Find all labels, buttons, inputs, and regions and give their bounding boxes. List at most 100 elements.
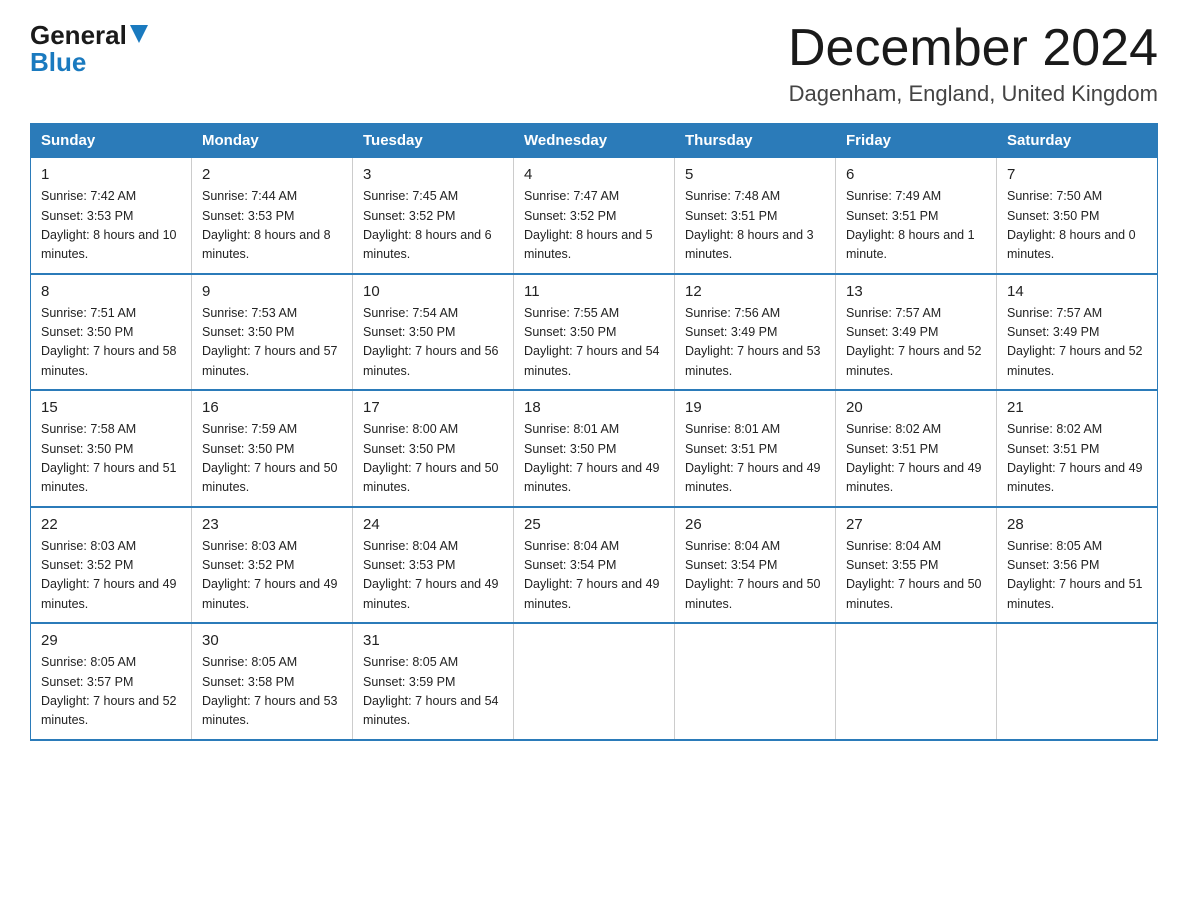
header-saturday: Saturday bbox=[997, 124, 1158, 158]
day-info: Sunrise: 8:03 AMSunset: 3:52 PMDaylight:… bbox=[41, 539, 177, 611]
day-number: 2 bbox=[202, 166, 342, 183]
calendar-cell: 14 Sunrise: 7:57 AMSunset: 3:49 PMDaylig… bbox=[997, 274, 1158, 391]
week-row-3: 15 Sunrise: 7:58 AMSunset: 3:50 PMDaylig… bbox=[31, 390, 1158, 507]
calendar-cell: 19 Sunrise: 8:01 AMSunset: 3:51 PMDaylig… bbox=[675, 390, 836, 507]
calendar-cell bbox=[675, 623, 836, 740]
day-number: 27 bbox=[846, 516, 986, 533]
day-number: 5 bbox=[685, 166, 825, 183]
day-number: 24 bbox=[363, 516, 503, 533]
day-info: Sunrise: 8:01 AMSunset: 3:50 PMDaylight:… bbox=[524, 422, 660, 494]
calendar-cell: 10 Sunrise: 7:54 AMSunset: 3:50 PMDaylig… bbox=[353, 274, 514, 391]
day-info: Sunrise: 8:00 AMSunset: 3:50 PMDaylight:… bbox=[363, 422, 499, 494]
day-number: 17 bbox=[363, 399, 503, 416]
title-block: December 2024 Dagenham, England, United … bbox=[788, 20, 1158, 107]
day-info: Sunrise: 7:51 AMSunset: 3:50 PMDaylight:… bbox=[41, 306, 177, 378]
day-number: 6 bbox=[846, 166, 986, 183]
calendar-cell: 23 Sunrise: 8:03 AMSunset: 3:52 PMDaylig… bbox=[192, 507, 353, 624]
day-info: Sunrise: 7:44 AMSunset: 3:53 PMDaylight:… bbox=[202, 189, 331, 261]
calendar-cell: 25 Sunrise: 8:04 AMSunset: 3:54 PMDaylig… bbox=[514, 507, 675, 624]
calendar-cell: 21 Sunrise: 8:02 AMSunset: 3:51 PMDaylig… bbox=[997, 390, 1158, 507]
day-number: 18 bbox=[524, 399, 664, 416]
day-number: 7 bbox=[1007, 166, 1147, 183]
calendar-cell: 5 Sunrise: 7:48 AMSunset: 3:51 PMDayligh… bbox=[675, 158, 836, 274]
day-info: Sunrise: 8:05 AMSunset: 3:58 PMDaylight:… bbox=[202, 655, 338, 727]
month-title: December 2024 bbox=[788, 20, 1158, 77]
day-number: 21 bbox=[1007, 399, 1147, 416]
calendar-cell: 15 Sunrise: 7:58 AMSunset: 3:50 PMDaylig… bbox=[31, 390, 192, 507]
calendar-cell: 29 Sunrise: 8:05 AMSunset: 3:57 PMDaylig… bbox=[31, 623, 192, 740]
day-number: 1 bbox=[41, 166, 181, 183]
day-info: Sunrise: 8:05 AMSunset: 3:59 PMDaylight:… bbox=[363, 655, 499, 727]
calendar-cell: 31 Sunrise: 8:05 AMSunset: 3:59 PMDaylig… bbox=[353, 623, 514, 740]
calendar-cell: 1 Sunrise: 7:42 AMSunset: 3:53 PMDayligh… bbox=[31, 158, 192, 274]
header-friday: Friday bbox=[836, 124, 997, 158]
day-info: Sunrise: 7:55 AMSunset: 3:50 PMDaylight:… bbox=[524, 306, 660, 378]
day-info: Sunrise: 8:02 AMSunset: 3:51 PMDaylight:… bbox=[846, 422, 982, 494]
header-monday: Monday bbox=[192, 124, 353, 158]
day-info: Sunrise: 8:04 AMSunset: 3:54 PMDaylight:… bbox=[685, 539, 821, 611]
calendar-cell: 6 Sunrise: 7:49 AMSunset: 3:51 PMDayligh… bbox=[836, 158, 997, 274]
day-number: 29 bbox=[41, 632, 181, 649]
calendar-body: 1 Sunrise: 7:42 AMSunset: 3:53 PMDayligh… bbox=[31, 158, 1158, 740]
header-tuesday: Tuesday bbox=[353, 124, 514, 158]
calendar-cell: 16 Sunrise: 7:59 AMSunset: 3:50 PMDaylig… bbox=[192, 390, 353, 507]
calendar-cell: 27 Sunrise: 8:04 AMSunset: 3:55 PMDaylig… bbox=[836, 507, 997, 624]
calendar-cell bbox=[997, 623, 1158, 740]
day-info: Sunrise: 7:53 AMSunset: 3:50 PMDaylight:… bbox=[202, 306, 338, 378]
day-number: 26 bbox=[685, 516, 825, 533]
day-info: Sunrise: 8:04 AMSunset: 3:55 PMDaylight:… bbox=[846, 539, 982, 611]
day-info: Sunrise: 8:04 AMSunset: 3:54 PMDaylight:… bbox=[524, 539, 660, 611]
calendar-cell bbox=[514, 623, 675, 740]
day-number: 3 bbox=[363, 166, 503, 183]
day-info: Sunrise: 8:02 AMSunset: 3:51 PMDaylight:… bbox=[1007, 422, 1143, 494]
day-info: Sunrise: 7:50 AMSunset: 3:50 PMDaylight:… bbox=[1007, 189, 1136, 261]
calendar-cell: 2 Sunrise: 7:44 AMSunset: 3:53 PMDayligh… bbox=[192, 158, 353, 274]
day-number: 23 bbox=[202, 516, 342, 533]
logo-blue: Blue bbox=[30, 47, 86, 78]
day-number: 22 bbox=[41, 516, 181, 533]
logo: General Blue bbox=[30, 20, 148, 78]
day-info: Sunrise: 8:01 AMSunset: 3:51 PMDaylight:… bbox=[685, 422, 821, 494]
calendar-cell: 22 Sunrise: 8:03 AMSunset: 3:52 PMDaylig… bbox=[31, 507, 192, 624]
day-number: 10 bbox=[363, 283, 503, 300]
day-number: 14 bbox=[1007, 283, 1147, 300]
day-number: 12 bbox=[685, 283, 825, 300]
day-info: Sunrise: 7:48 AMSunset: 3:51 PMDaylight:… bbox=[685, 189, 814, 261]
header-thursday: Thursday bbox=[675, 124, 836, 158]
calendar-cell: 20 Sunrise: 8:02 AMSunset: 3:51 PMDaylig… bbox=[836, 390, 997, 507]
day-info: Sunrise: 8:03 AMSunset: 3:52 PMDaylight:… bbox=[202, 539, 338, 611]
day-number: 13 bbox=[846, 283, 986, 300]
header-wednesday: Wednesday bbox=[514, 124, 675, 158]
day-info: Sunrise: 8:04 AMSunset: 3:53 PMDaylight:… bbox=[363, 539, 499, 611]
day-number: 15 bbox=[41, 399, 181, 416]
day-number: 25 bbox=[524, 516, 664, 533]
day-number: 11 bbox=[524, 283, 664, 300]
day-number: 30 bbox=[202, 632, 342, 649]
header-sunday: Sunday bbox=[31, 124, 192, 158]
calendar-cell: 13 Sunrise: 7:57 AMSunset: 3:49 PMDaylig… bbox=[836, 274, 997, 391]
day-info: Sunrise: 7:47 AMSunset: 3:52 PMDaylight:… bbox=[524, 189, 653, 261]
day-number: 4 bbox=[524, 166, 664, 183]
day-info: Sunrise: 7:56 AMSunset: 3:49 PMDaylight:… bbox=[685, 306, 821, 378]
day-number: 9 bbox=[202, 283, 342, 300]
day-number: 31 bbox=[363, 632, 503, 649]
day-info: Sunrise: 7:57 AMSunset: 3:49 PMDaylight:… bbox=[1007, 306, 1143, 378]
week-row-2: 8 Sunrise: 7:51 AMSunset: 3:50 PMDayligh… bbox=[31, 274, 1158, 391]
day-number: 8 bbox=[41, 283, 181, 300]
location: Dagenham, England, United Kingdom bbox=[788, 81, 1158, 107]
day-info: Sunrise: 7:45 AMSunset: 3:52 PMDaylight:… bbox=[363, 189, 492, 261]
calendar-cell: 28 Sunrise: 8:05 AMSunset: 3:56 PMDaylig… bbox=[997, 507, 1158, 624]
calendar-cell: 11 Sunrise: 7:55 AMSunset: 3:50 PMDaylig… bbox=[514, 274, 675, 391]
calendar-cell: 9 Sunrise: 7:53 AMSunset: 3:50 PMDayligh… bbox=[192, 274, 353, 391]
week-row-5: 29 Sunrise: 8:05 AMSunset: 3:57 PMDaylig… bbox=[31, 623, 1158, 740]
day-info: Sunrise: 7:42 AMSunset: 3:53 PMDaylight:… bbox=[41, 189, 177, 261]
calendar-cell: 26 Sunrise: 8:04 AMSunset: 3:54 PMDaylig… bbox=[675, 507, 836, 624]
day-number: 28 bbox=[1007, 516, 1147, 533]
day-info: Sunrise: 7:59 AMSunset: 3:50 PMDaylight:… bbox=[202, 422, 338, 494]
calendar-cell: 24 Sunrise: 8:04 AMSunset: 3:53 PMDaylig… bbox=[353, 507, 514, 624]
calendar-cell: 30 Sunrise: 8:05 AMSunset: 3:58 PMDaylig… bbox=[192, 623, 353, 740]
calendar-table: SundayMondayTuesdayWednesdayThursdayFrid… bbox=[30, 123, 1158, 741]
calendar-cell: 3 Sunrise: 7:45 AMSunset: 3:52 PMDayligh… bbox=[353, 158, 514, 274]
day-info: Sunrise: 8:05 AMSunset: 3:57 PMDaylight:… bbox=[41, 655, 177, 727]
day-number: 16 bbox=[202, 399, 342, 416]
